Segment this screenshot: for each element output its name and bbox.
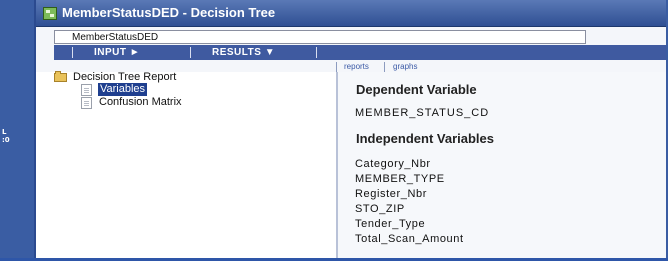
menu-input[interactable]: INPUT ► [94, 46, 140, 59]
independent-variables-heading: Independent Variables [356, 131, 494, 146]
tab-graphs[interactable]: graphs [393, 61, 417, 72]
dependent-variable-value: MEMBER_STATUS_CD [355, 107, 490, 119]
menu-separator [316, 47, 317, 58]
list-item: STO_ZIP [355, 203, 405, 215]
menu-results[interactable]: RESULTS ▼ [212, 46, 275, 59]
dependent-variable-heading: Dependent Variable [356, 82, 477, 97]
independent-variables-list: Category_Nbr MEMBER_TYPE Register_Nbr ST… [355, 157, 464, 247]
list-item: Register_Nbr [355, 188, 428, 200]
variables-report: Dependent Variable MEMBER_STATUS_CD Inde… [338, 72, 668, 258]
document-icon [81, 84, 92, 96]
list-item: Category_Nbr [355, 158, 431, 170]
tab-separator [384, 62, 385, 72]
menu-separator [72, 47, 73, 58]
tree-item-label: Confusion Matrix [99, 96, 182, 108]
edge-text-line-1: L [2, 128, 7, 136]
window-titlebar[interactable]: MemberStatusDED - Decision Tree [36, 0, 668, 27]
tab-reports[interactable]: reports [344, 61, 369, 72]
tab-separator [336, 62, 337, 72]
edge-text-line-2: :0 [2, 136, 10, 144]
decision-tree-icon [43, 7, 57, 20]
folder-icon [54, 71, 67, 82]
menubar: INPUT ► RESULTS ▼ [54, 45, 668, 60]
model-name-field[interactable]: MemberStatusDED [54, 30, 586, 44]
tree-item-label: Variables [98, 83, 148, 96]
decision-tree-window: MemberStatusDED - Decision Tree MemberSt… [34, 0, 668, 261]
list-item: Tender_Type [355, 218, 426, 230]
menu-separator [190, 47, 191, 58]
desktop-edge-text: L :0 [2, 128, 18, 144]
document-icon [81, 97, 92, 109]
report-tree-pane: Decision Tree Report Variables Confusion… [36, 71, 336, 258]
list-item: Total_Scan_Amount [355, 233, 464, 245]
list-item: MEMBER_TYPE [355, 173, 445, 185]
desktop-left-strip: L :0 [0, 0, 34, 261]
window-title: MemberStatusDED - Decision Tree [62, 5, 276, 20]
